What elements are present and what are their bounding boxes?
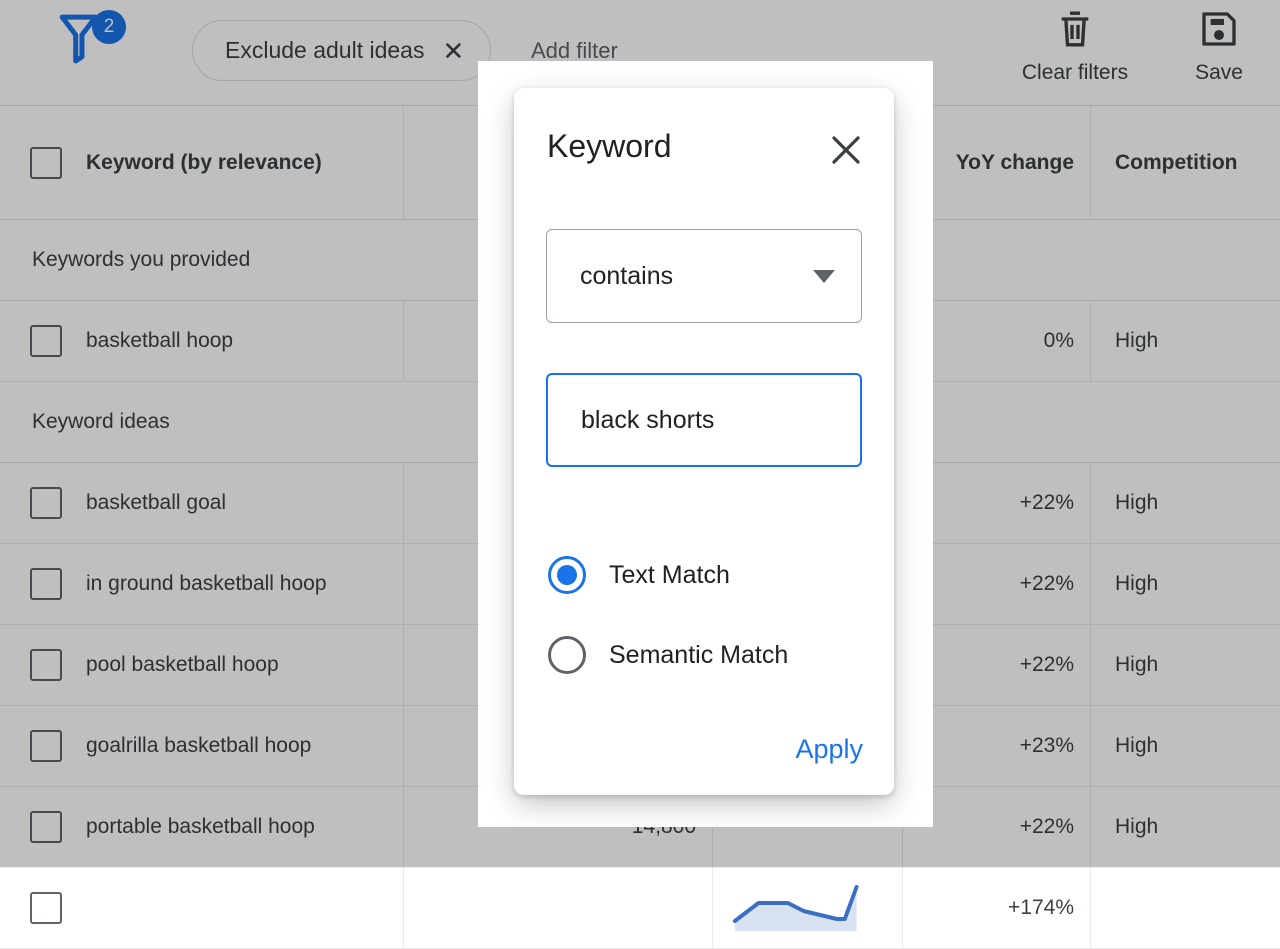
radio-option-text-match-label: Text Match (609, 561, 730, 590)
keyword-value-text: black shorts (581, 406, 714, 435)
chevron-down-icon (813, 270, 835, 283)
close-icon[interactable] (828, 132, 864, 168)
row-spark-cell (713, 868, 903, 948)
radio-option-text-match[interactable]: Text Match (548, 556, 730, 594)
operator-select[interactable]: contains (546, 229, 862, 323)
dialog-title: Keyword (547, 128, 672, 165)
row-competition-cell (1091, 868, 1280, 948)
close-glyph (828, 132, 864, 168)
radio-option-semantic-match[interactable]: Semantic Match (548, 636, 788, 674)
sparkline-chart (729, 885, 886, 931)
checkbox-unchecked-icon[interactable] (30, 892, 62, 924)
row-keyword-cell[interactable] (0, 868, 404, 948)
table-row[interactable]: +174% (0, 868, 1280, 949)
keyword-filter-dialog: Keyword contains black shorts Text Match… (514, 88, 894, 795)
radio-option-semantic-match-label: Semantic Match (609, 641, 788, 670)
apply-button[interactable]: Apply (795, 734, 863, 765)
radio-dot (557, 565, 577, 585)
operator-select-value: contains (580, 262, 673, 291)
keyword-value-input[interactable]: black shorts (546, 373, 862, 467)
row-volume-cell (404, 868, 713, 948)
radio-unselected-icon[interactable] (548, 636, 586, 674)
row-yoy-cell: +174% (903, 868, 1091, 948)
radio-selected-icon[interactable] (548, 556, 586, 594)
